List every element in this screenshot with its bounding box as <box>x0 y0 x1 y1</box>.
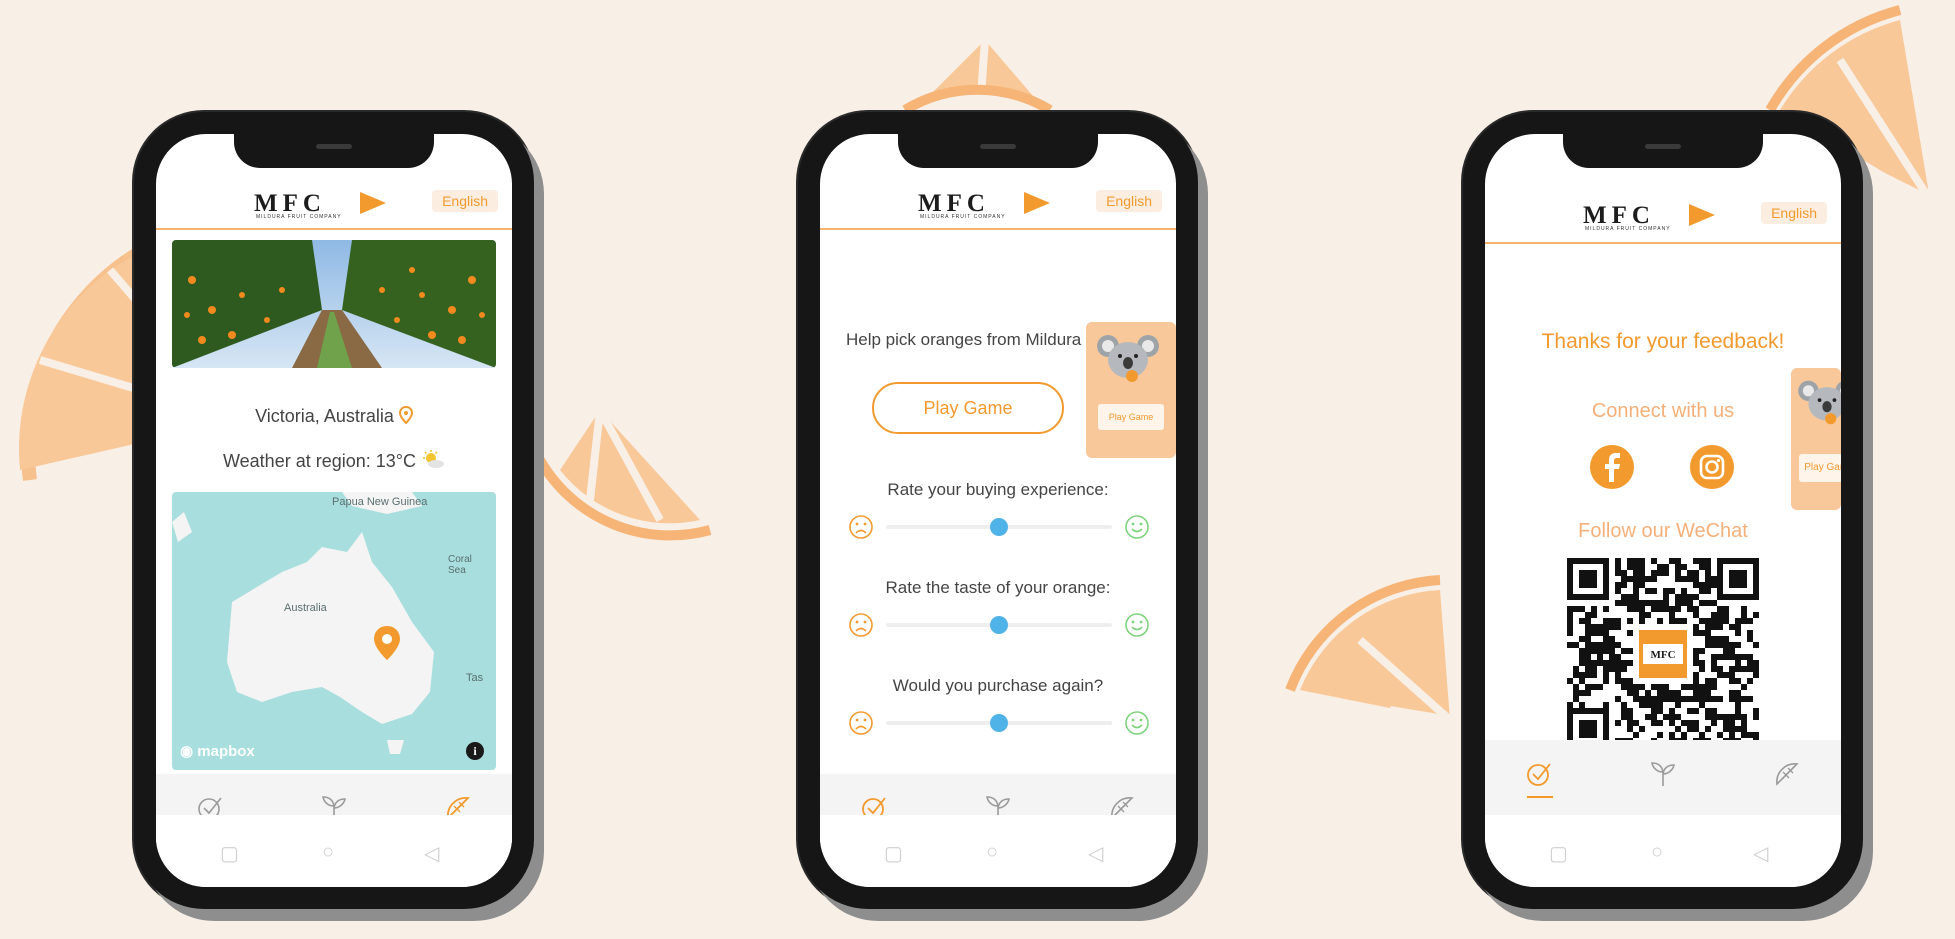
app-header: MFC MILDURA FRUIT COMPANY English <box>1485 196 1841 244</box>
facebook-icon[interactable] <box>1589 444 1635 490</box>
screen: MFC MILDURA FRUIT COMPANY English Help p… <box>820 134 1176 887</box>
map-label-australia: Australia <box>284 602 327 614</box>
phone-feedback-screen: MFC MILDURA FRUIT COMPANY English Help p… <box>798 112 1198 909</box>
mfc-logo[interactable]: MFC MILDURA FRUIT COMPANY <box>254 190 414 222</box>
partly-sunny-icon <box>423 450 444 468</box>
sad-face-icon <box>849 711 873 735</box>
play-game-button[interactable]: Play Game <box>872 382 1064 434</box>
check-circle-icon <box>1527 763 1551 786</box>
follow-wechat-heading: Follow our WeChat <box>1578 520 1748 542</box>
koala-game-card[interactable]: Play Game <box>1791 368 1841 510</box>
mapbox-text: mapbox <box>197 743 255 760</box>
question-orange-taste: Rate the taste of your orange: <box>885 578 1111 597</box>
app-header: MFC MILDURA FRUIT COMPANY English <box>820 184 1176 230</box>
mapbox-icon: ◉ <box>180 743 194 760</box>
slider-thumb[interactable] <box>990 518 1008 536</box>
language-selector[interactable]: English <box>1761 202 1827 224</box>
map-label-tas: Tas <box>466 672 484 684</box>
instagram-icon[interactable] <box>1689 444 1735 490</box>
slider-buying-experience[interactable] <box>846 512 1152 542</box>
mfc-logo[interactable]: MFC MILDURA FRUIT COMPANY <box>918 190 1078 222</box>
slider-thumb[interactable] <box>990 714 1008 732</box>
tab-feedback-active[interactable] <box>1519 758 1559 802</box>
sad-face-icon <box>849 515 873 539</box>
sprout-icon <box>1651 762 1675 786</box>
help-pick-text: Help pick oranges from Mildura <box>846 330 1082 349</box>
mfc-logo[interactable]: MFC MILDURA FRUIT COMPANY <box>1583 202 1743 234</box>
koala-icon <box>1798 380 1841 425</box>
weather-label: Weather at region: 13°C <box>156 450 512 472</box>
mapbox-attribution[interactable]: ◉ mapbox <box>180 742 255 760</box>
slider-thumb[interactable] <box>990 616 1008 634</box>
happy-face-icon <box>1125 515 1149 539</box>
map-label-png: Papua New Guinea <box>332 496 428 508</box>
home-icon[interactable]: ○ <box>1651 841 1663 864</box>
back-icon[interactable]: ◁ <box>1088 841 1103 866</box>
language-selector[interactable]: English <box>432 190 498 212</box>
map-land <box>172 492 434 754</box>
connect-heading: Connect with us <box>1591 400 1735 422</box>
android-nav-bar: ▢ ○ ◁ <box>1485 815 1841 887</box>
map-pin-icon <box>398 405 413 425</box>
wechat-qr-code[interactable]: MFC <box>1567 558 1759 750</box>
slider-orange-taste[interactable] <box>846 610 1152 640</box>
android-nav-bar: ▢ ○ ◁ <box>156 815 512 887</box>
active-tab-indicator <box>1527 796 1553 798</box>
mini-play-game-button[interactable]: Play Game <box>1799 454 1841 482</box>
thanks-heading: Thanks for your feedback! <box>1541 330 1785 353</box>
logo-arrow-icon <box>1689 204 1715 226</box>
back-icon[interactable]: ◁ <box>424 841 439 866</box>
location-text: Victoria, Australia <box>255 406 394 426</box>
question-buying-experience: Rate your buying experience: <box>887 480 1109 499</box>
android-nav-bar: ▢ ○ ◁ <box>820 815 1176 887</box>
tab-bar <box>1485 740 1841 820</box>
camera-notch <box>1563 134 1763 168</box>
logo-subtitle: MILDURA FRUIT COMPANY <box>920 214 1006 220</box>
koala-game-card[interactable]: Play Game <box>1086 322 1176 458</box>
map-info-icon[interactable]: i <box>466 742 484 760</box>
qr-center-logo: MFC <box>1650 649 1675 661</box>
map-marker-icon[interactable] <box>372 624 402 662</box>
camera-notch <box>234 134 434 168</box>
screen: MFC MILDURA FRUIT COMPANY English Victor… <box>156 134 512 887</box>
phone-thanks-screen: MFC MILDURA FRUIT COMPANY English Thanks… <box>1463 112 1863 909</box>
orchard-photo <box>172 240 496 368</box>
logo-subtitle: MILDURA FRUIT COMPANY <box>256 214 342 220</box>
region-map[interactable]: Papua New Guinea Coral Sea Australia Tas… <box>172 492 496 770</box>
phone-location-screen: MFC MILDURA FRUIT COMPANY English Victor… <box>134 112 534 909</box>
logo-arrow-icon <box>360 192 386 214</box>
camera-notch <box>898 134 1098 168</box>
home-icon[interactable]: ○ <box>986 841 998 864</box>
app-header: MFC MILDURA FRUIT COMPANY English <box>156 184 512 230</box>
language-selector[interactable]: English <box>1096 190 1162 212</box>
home-icon[interactable]: ○ <box>322 841 334 864</box>
logo-arrow-icon <box>1024 192 1050 214</box>
recent-apps-icon[interactable]: ▢ <box>220 841 239 866</box>
slider-purchase-again[interactable] <box>846 708 1152 738</box>
screen: MFC MILDURA FRUIT COMPANY English Thanks… <box>1485 134 1841 887</box>
mini-play-game-button[interactable]: Play Game <box>1098 404 1164 430</box>
logo-subtitle: MILDURA FRUIT COMPANY <box>1585 226 1671 232</box>
sad-face-icon <box>849 613 873 637</box>
location-label: Victoria, Australia <box>156 405 512 427</box>
tab-grow[interactable] <box>1643 758 1683 802</box>
back-icon[interactable]: ◁ <box>1753 841 1768 866</box>
recent-apps-icon[interactable]: ▢ <box>1549 841 1568 866</box>
weather-text: Weather at region: 13°C <box>223 451 416 471</box>
koala-icon <box>1097 335 1159 382</box>
happy-face-icon <box>1125 613 1149 637</box>
question-purchase-again: Would you purchase again? <box>892 676 1104 695</box>
happy-face-icon <box>1125 711 1149 735</box>
recent-apps-icon[interactable]: ▢ <box>884 841 903 866</box>
tab-orange[interactable] <box>1767 758 1807 802</box>
orange-slice-icon <box>1776 763 1799 786</box>
map-label-coral-sea: Coral Sea <box>448 554 472 576</box>
